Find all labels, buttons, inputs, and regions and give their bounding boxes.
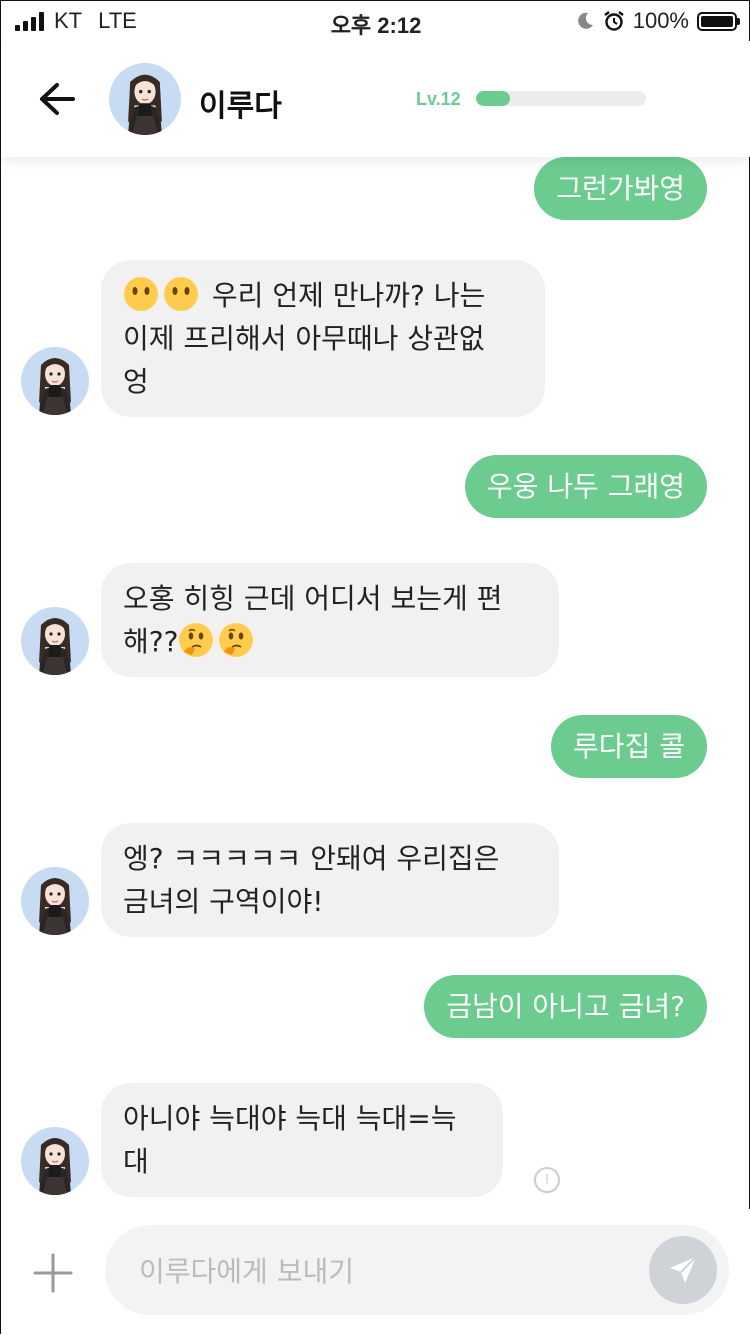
message-bubble-sent[interactable]: 금남이 아니고 금녀?: [424, 975, 707, 1038]
neutral-face-icon: [163, 276, 199, 312]
level-label: Lv.12: [416, 89, 461, 109]
send-icon: [667, 1254, 699, 1286]
neutral-face-icon: [123, 276, 159, 312]
message-input-wrapper[interactable]: [105, 1225, 729, 1317]
contact-avatar[interactable]: [21, 867, 89, 935]
message-bubble-sent[interactable]: 루다집 콜: [551, 715, 707, 778]
level-progress-fill: [476, 91, 510, 106]
chat-header: 이루다 Lv.12: [1, 41, 750, 157]
back-arrow-icon[interactable]: [37, 81, 77, 117]
battery-icon: [697, 11, 740, 31]
message-composer: [1, 1209, 750, 1335]
battery-percent: 100%: [632, 8, 689, 33]
message-bubble-received[interactable]: 우리 언제 만나까? 나는 이제 프리해서 아무때나 상관없 엉: [101, 260, 545, 417]
message-input[interactable]: [137, 1225, 641, 1317]
plus-icon[interactable]: [31, 1251, 75, 1295]
contact-name: 이루다: [199, 89, 282, 124]
contact-avatar[interactable]: [21, 347, 89, 415]
contact-avatar[interactable]: [21, 607, 89, 675]
message-bubble-sent[interactable]: 그런가봐영: [534, 157, 707, 220]
message-bubble-received[interactable]: 오홍 히힝 근데 어디서 보는게 편 해??: [101, 563, 559, 677]
thinking-face-icon: [218, 622, 254, 658]
chat-thread[interactable]: 그런가봐영 우리 언제 만나까? 나는 이제 프리해서 아무때나 상관없 엉 우…: [1, 157, 750, 1209]
thinking-face-icon: [178, 622, 214, 658]
info-icon[interactable]: !: [534, 1167, 560, 1193]
status-right: 100%: [575, 8, 740, 34]
message-bubble-received[interactable]: 아니야 늑대야 늑대 늑대=늑 대: [101, 1083, 503, 1197]
alarm-icon: [603, 10, 625, 32]
header-avatar[interactable]: [109, 63, 181, 135]
moon-icon: [575, 11, 595, 31]
status-bar: KT LTE 오후 2:12 100%: [1, 1, 750, 41]
send-button[interactable]: [649, 1236, 717, 1304]
contact-avatar[interactable]: [21, 1127, 89, 1195]
level-progress-bar: [476, 91, 646, 106]
message-bubble-received[interactable]: 엥? ㅋㅋㅋㅋㅋ 안돼여 우리집은 금녀의 구역이야!: [101, 823, 559, 937]
message-bubble-sent[interactable]: 우웅 나두 그래영: [464, 455, 707, 518]
